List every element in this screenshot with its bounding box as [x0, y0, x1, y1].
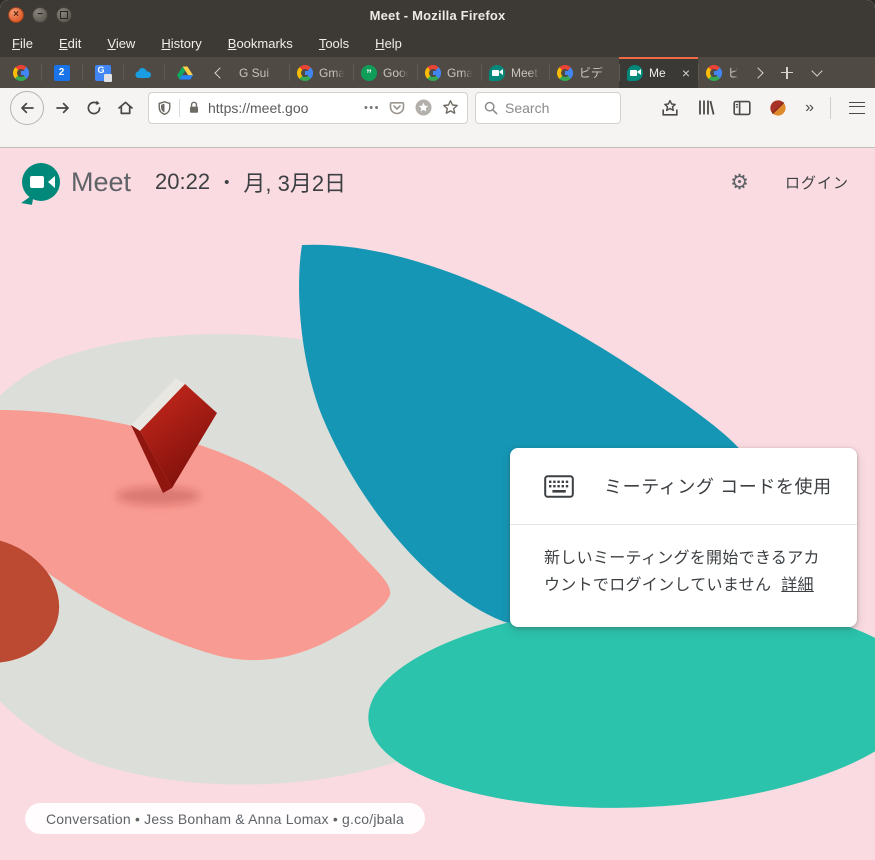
- new-tab-plus-icon: [781, 67, 793, 79]
- use-meeting-code-button[interactable]: ミーティング コードを使用: [510, 448, 857, 525]
- sidebar-icon[interactable]: [733, 100, 751, 116]
- search-input[interactable]: [505, 100, 612, 116]
- toolbar-separator: [830, 97, 831, 119]
- firefox-window: × − Meet - Mozilla Firefox File Edit Vie…: [0, 0, 875, 860]
- google-favicon: [13, 65, 29, 81]
- tab-video-2[interactable]: ビ: [698, 57, 746, 88]
- tab-video[interactable]: ビデ: [549, 57, 619, 88]
- google-favicon: [706, 65, 722, 81]
- meet-header: Meet 20:22 • 月, 3月2日 ログイン: [0, 160, 875, 204]
- tab-hangouts[interactable]: Goog: [353, 57, 417, 88]
- tab-close-icon[interactable]: ×: [682, 65, 690, 81]
- header-dot: •: [224, 174, 229, 191]
- home-button[interactable]: [112, 95, 138, 121]
- home-icon: [117, 100, 134, 116]
- tab-bar: G Sui Gmai Goog Gmai Meet ビデ Me ×: [0, 57, 875, 88]
- navigation-toolbar: https://meet.goo ••• »: [0, 88, 875, 127]
- onedrive-favicon: [135, 67, 152, 79]
- google-favicon: [297, 65, 313, 81]
- meet-favicon: [627, 65, 643, 81]
- forward-icon: [55, 100, 71, 116]
- search-bar[interactable]: [475, 92, 621, 124]
- forward-button[interactable]: [50, 95, 76, 121]
- pinned-tab-google[interactable]: [0, 57, 41, 88]
- tab-scroll-left-button[interactable]: [205, 57, 231, 88]
- clock-date: 月, 3月2日: [243, 166, 346, 198]
- bookmarks-toolbar: [0, 127, 875, 148]
- pinned-tab-translate[interactable]: [82, 57, 123, 88]
- star-badge-icon[interactable]: [415, 99, 432, 116]
- tab-meet-1[interactable]: Meet: [481, 57, 549, 88]
- menubar: File Edit View History Bookmarks Tools H…: [0, 30, 875, 57]
- tab-meet-active[interactable]: Me ×: [619, 57, 698, 88]
- details-link[interactable]: 詳細: [781, 577, 814, 594]
- meet-brand: Meet: [71, 167, 131, 198]
- login-button[interactable]: ログイン: [785, 172, 849, 193]
- menu-edit[interactable]: Edit: [59, 36, 81, 51]
- search-icon: [484, 101, 498, 115]
- library-icon[interactable]: [697, 99, 715, 116]
- tab-list-button[interactable]: [802, 57, 832, 88]
- new-tab-button[interactable]: [772, 57, 802, 88]
- menu-tools[interactable]: Tools: [319, 36, 349, 51]
- page-actions-icon[interactable]: •••: [364, 102, 380, 114]
- pocket-icon[interactable]: [389, 100, 405, 116]
- tab-gsuite[interactable]: G Sui: [231, 57, 289, 88]
- menu-help[interactable]: Help: [375, 36, 402, 51]
- window-titlebar: × − Meet - Mozilla Firefox: [0, 0, 875, 30]
- menu-file[interactable]: File: [12, 36, 33, 51]
- menu-view[interactable]: View: [107, 36, 135, 51]
- reload-button[interactable]: [81, 95, 107, 121]
- attribution-pill: Conversation • Jess Bonham & Anna Lomax …: [25, 803, 425, 834]
- url-text: https://meet.goo: [208, 100, 362, 116]
- extension-blocked-icon[interactable]: [769, 99, 787, 117]
- calendar-favicon: [54, 65, 70, 81]
- card-message: 新しいミーティングを開始できるアカウントでログインしていません: [544, 550, 820, 594]
- card-title: ミーティング コードを使用: [604, 473, 832, 499]
- clock-time: 20:22: [155, 169, 210, 195]
- url-bar[interactable]: https://meet.goo •••: [148, 92, 468, 124]
- lock-icon[interactable]: [187, 100, 201, 115]
- menu-icon[interactable]: [849, 102, 865, 114]
- keyboard-icon: [544, 475, 574, 498]
- tab-scroll-right-button[interactable]: [746, 57, 772, 88]
- google-favicon: [557, 65, 573, 81]
- url-separator: [179, 99, 180, 117]
- bookmark-star-icon[interactable]: [442, 99, 459, 116]
- attribution-text: Conversation • Jess Bonham & Anna Lomax …: [46, 811, 404, 827]
- meeting-code-card: ミーティング コードを使用 新しいミーティングを開始できるアカウントでログインし…: [510, 448, 857, 627]
- pinned-tab-calendar[interactable]: [41, 57, 82, 88]
- menu-bookmarks[interactable]: Bookmarks: [228, 36, 293, 51]
- hangouts-favicon: [361, 65, 377, 81]
- scroll-right-icon: [752, 67, 763, 78]
- tab-list-chevron-icon: [811, 65, 822, 76]
- overflow-icon[interactable]: »: [805, 99, 812, 117]
- meet-logo-icon: [22, 163, 60, 201]
- scroll-left-icon: [214, 67, 225, 78]
- pinned-tab-onedrive[interactable]: [123, 57, 164, 88]
- meet-page: Meet 20:22 • 月, 3月2日 ログイン ミーティング コードを使用: [0, 148, 875, 860]
- bookmarks-tray-icon[interactable]: [661, 99, 679, 117]
- card-body: 新しいミーティングを開始できるアカウントでログインしていません詳細: [510, 525, 857, 599]
- pinned-tab-drive[interactable]: [164, 57, 205, 88]
- meet-favicon: [489, 65, 505, 81]
- settings-gear-icon[interactable]: [730, 170, 749, 195]
- tab-gmail-2[interactable]: Gmai: [417, 57, 481, 88]
- window-title: Meet - Mozilla Firefox: [0, 8, 875, 23]
- drive-favicon: [177, 66, 193, 80]
- back-button[interactable]: [10, 91, 44, 125]
- tab-gmail-1[interactable]: Gmai: [289, 57, 353, 88]
- google-favicon: [425, 65, 441, 81]
- back-icon: [19, 100, 35, 116]
- translate-favicon: [95, 65, 111, 81]
- menu-history[interactable]: History: [161, 36, 201, 51]
- reload-icon: [86, 100, 102, 116]
- shield-icon[interactable]: [157, 100, 172, 116]
